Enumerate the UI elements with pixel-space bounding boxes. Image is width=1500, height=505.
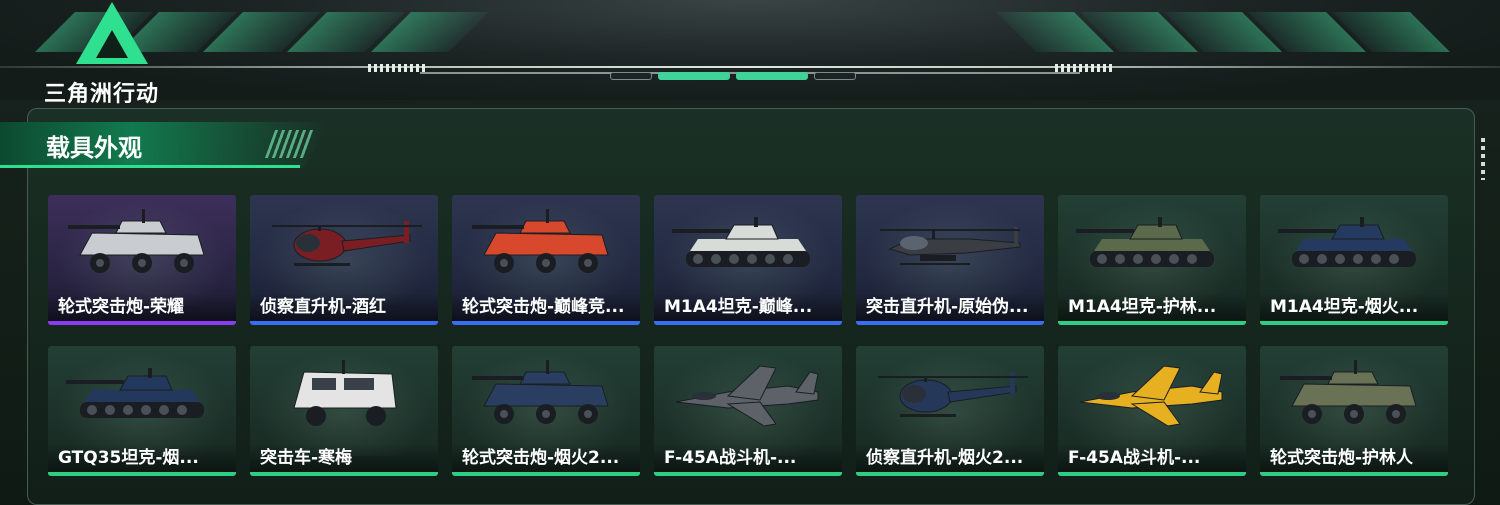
tank-icon	[1278, 217, 1416, 267]
vehicle-skin-card[interactable]: GTQ35坦克-烟...	[48, 346, 236, 476]
card-label-area: F-45A战斗机-...	[1058, 444, 1246, 472]
section-header-accent	[0, 165, 300, 168]
vehicle-skin-card[interactable]: 轮式突击炮-荣耀	[48, 195, 236, 325]
vehicle-skin-card[interactable]: 轮式突击炮-巅峰竞...	[452, 195, 640, 325]
card-label-area: 侦察直升机-烟火2...	[856, 444, 1044, 472]
skin-name: GTQ35坦克-烟...	[58, 448, 199, 468]
skin-name: M1A4坦克-护林...	[1068, 297, 1217, 317]
skin-name: 轮式突击炮-护林人	[1270, 448, 1414, 468]
card-label-area: F-45A战斗机-...	[654, 444, 842, 472]
tank-icon	[66, 368, 204, 418]
skin-name: 轮式突击炮-巅峰竞...	[462, 297, 625, 317]
top-bar	[0, 0, 1500, 100]
rarity-bar	[1058, 321, 1246, 325]
vehicle-skin-card[interactable]: 轮式突击炮-护林人	[1260, 346, 1448, 476]
top-bar-stripes-right	[996, 12, 1450, 52]
top-rail-divider	[0, 66, 1500, 68]
section-title: 载具外观	[46, 134, 142, 162]
vehicle-skin-card[interactable]: 轮式突击炮-烟火2...	[452, 346, 640, 476]
rarity-bar	[856, 472, 1044, 476]
wheeled-assault-gun-icon	[1280, 360, 1417, 424]
vehicle-skin-card[interactable]: M1A4坦克-护林...	[1058, 195, 1246, 325]
rail-hatch-left	[368, 64, 428, 72]
wheeled-assault-gun-icon	[68, 209, 205, 273]
game-logo-text: 三角洲行动	[44, 82, 160, 107]
skin-name: 侦察直升机-烟火2...	[866, 448, 1024, 468]
card-label-area: 突击直升机-原始伪...	[856, 293, 1044, 321]
card-label-area: 轮式突击炮-护林人	[1260, 444, 1448, 472]
vehicle-skin-card[interactable]: 突击直升机-原始伪...	[856, 195, 1044, 325]
skin-grid: 轮式突击炮-荣耀 侦察直升机-酒红 轮式突击炮-巅峰竞... M1A4坦克-巅峰…	[48, 195, 1450, 476]
card-label-area: 轮式突击炮-烟火2...	[452, 444, 640, 472]
vehicle-skin-card[interactable]: M1A4坦克-巅峰...	[654, 195, 842, 325]
rarity-bar	[1260, 321, 1448, 325]
wheeled-assault-gun-icon	[472, 209, 609, 273]
attack-helicopter-icon	[880, 227, 1021, 265]
assault-vehicle-icon	[293, 360, 397, 426]
vehicle-skin-card[interactable]: F-45A战斗机-...	[654, 346, 842, 476]
skin-name: 轮式突击炮-荣耀	[58, 297, 185, 317]
skin-name: M1A4坦克-烟火...	[1270, 297, 1419, 317]
rarity-bar	[48, 472, 236, 476]
card-label-area: 侦察直升机-酒红	[250, 293, 438, 321]
card-label-area: 轮式突击炮-巅峰竞...	[452, 293, 640, 321]
skin-name: F-45A战斗机-...	[664, 448, 797, 468]
vehicle-skin-card[interactable]: 突击车-寒梅	[250, 346, 438, 476]
fighter-jet-icon	[675, 365, 819, 427]
rarity-bar	[856, 321, 1044, 325]
game-logo: 三角洲行动	[44, 2, 184, 107]
skin-name: M1A4坦克-巅峰...	[664, 297, 813, 317]
vehicle-skin-card[interactable]: 侦察直升机-酒红	[250, 195, 438, 325]
rarity-bar	[452, 321, 640, 325]
skin-name: 突击直升机-原始伪...	[866, 297, 1029, 317]
rarity-bar	[452, 472, 640, 476]
vehicle-skin-card[interactable]: 侦察直升机-烟火2...	[856, 346, 1044, 476]
card-label-area: M1A4坦克-护林...	[1058, 293, 1246, 321]
rarity-bar	[654, 472, 842, 476]
rarity-bar	[48, 321, 236, 325]
page-indicator	[610, 72, 856, 80]
skin-name: F-45A战斗机-...	[1068, 448, 1201, 468]
wheeled-assault-gun-icon	[472, 360, 609, 424]
vehicle-skin-card[interactable]: M1A4坦克-烟火...	[1260, 195, 1448, 325]
card-label-area: 轮式突击炮-荣耀	[48, 293, 236, 321]
scout-helicopter-icon	[272, 221, 422, 266]
card-label-area: M1A4坦克-烟火...	[1260, 293, 1448, 321]
vehicle-skin-card[interactable]: F-45A战斗机-...	[1058, 346, 1246, 476]
scroll-handle[interactable]	[1481, 138, 1485, 180]
card-label-area: 突击车-寒梅	[250, 444, 438, 472]
card-label-area: M1A4坦克-巅峰...	[654, 293, 842, 321]
tank-icon	[672, 217, 810, 267]
rarity-bar	[654, 321, 842, 325]
skin-name: 轮式突击炮-烟火2...	[462, 448, 620, 468]
skin-name: 突击车-寒梅	[260, 448, 353, 468]
rarity-bar	[250, 472, 438, 476]
scout-helicopter-icon	[878, 372, 1028, 417]
card-label-area: GTQ35坦克-烟...	[48, 444, 236, 472]
fighter-jet-icon	[1079, 365, 1223, 427]
rarity-bar	[250, 321, 438, 325]
skin-name: 侦察直升机-酒红	[260, 297, 387, 317]
tank-icon	[1076, 217, 1214, 267]
rarity-bar	[1058, 472, 1246, 476]
rarity-bar	[1260, 472, 1448, 476]
rail-hatch-right	[1055, 64, 1115, 72]
